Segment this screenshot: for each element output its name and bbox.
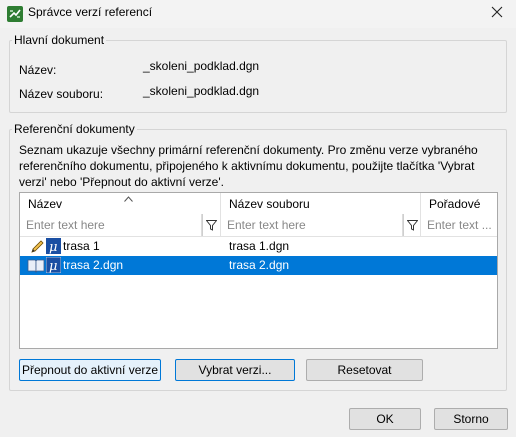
reference-grid[interactable]: Název Název souboru Pořadové Enter text … [19, 192, 498, 349]
microstation-icon: μ [46, 238, 61, 257]
name-value: _skoleni_podklad.dgn [143, 59, 260, 73]
column-header-name[interactable]: Název [20, 193, 220, 213]
book-icon [27, 258, 45, 276]
svg-text:μ: μ [49, 259, 57, 273]
filter-input-file-name[interactable]: Enter text here [221, 214, 403, 236]
row-name: trasa 1 [63, 239, 100, 253]
filter-input-order[interactable]: Enter text ... [421, 214, 497, 236]
window-title: Správce verzí referencí [28, 5, 153, 19]
select-version-button[interactable]: Vybrat verzi... [175, 359, 295, 381]
reset-button[interactable]: Resetovat [306, 359, 423, 381]
table-row[interactable]: μ trasa 2.dgn trasa 2.dgn [20, 256, 497, 275]
reference-description: Seznam ukazuje všechny primární referenč… [19, 143, 478, 189]
file-name-label: Název souboru: [19, 87, 104, 101]
column-header-file-name[interactable]: Název souboru [221, 193, 421, 213]
filter-input-name[interactable]: Enter text here [20, 214, 202, 236]
svg-text:μ: μ [49, 240, 57, 254]
name-label: Název: [19, 63, 57, 77]
filter-icon[interactable] [403, 214, 421, 236]
file-name-value: _skoleni_podklad.dgn [143, 84, 260, 98]
app-icon [7, 6, 23, 22]
row-name: trasa 2.dgn [63, 258, 124, 272]
main-document-group [9, 40, 507, 113]
sort-ascending-icon [124, 193, 133, 205]
table-row[interactable]: μ trasa 1 trasa 1.dgn [20, 237, 497, 256]
switch-to-active-version-button[interactable]: Přepnout do aktivní verze [19, 359, 161, 381]
main-document-legend: Hlavní dokument [12, 33, 107, 47]
pencil-icon [30, 239, 45, 257]
microstation-icon: μ [45, 256, 62, 276]
ok-button[interactable]: OK [349, 408, 421, 430]
column-header-order[interactable]: Pořadové [421, 193, 497, 213]
row-file-name: trasa 2.dgn [229, 258, 290, 272]
cancel-button[interactable]: Storno [434, 408, 508, 430]
reference-documents-legend: Referenční dokumenty [12, 122, 137, 136]
filter-icon[interactable] [202, 214, 220, 236]
close-icon[interactable] [489, 4, 505, 20]
row-file-name: trasa 1.dgn [229, 239, 290, 253]
